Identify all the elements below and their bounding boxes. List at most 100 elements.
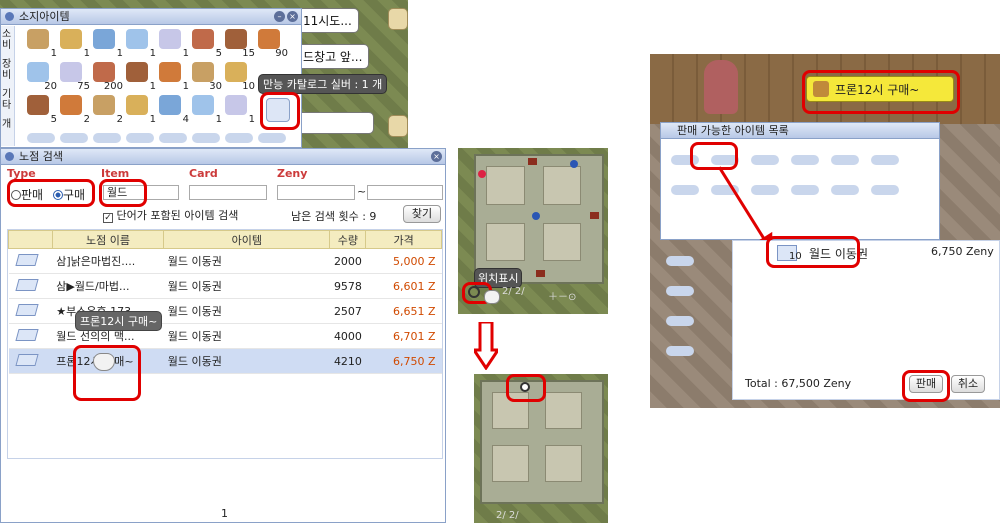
- item-count: 75: [77, 81, 90, 92]
- minimap-coords-2: 2/ 2/: [496, 510, 519, 521]
- partial-match-checkbox[interactable]: ✓ 단어가 포함된 아이템 검색: [103, 207, 238, 223]
- ticket-icon: [14, 253, 39, 266]
- hand-cursor-icon: [484, 290, 500, 304]
- empty-slot: [666, 346, 694, 356]
- page-number[interactable]: 1: [221, 507, 228, 520]
- inventory-slot[interactable]: 1: [126, 95, 160, 125]
- inventory-slot[interactable]: 1: [126, 29, 160, 59]
- item-count: 1: [83, 48, 90, 59]
- inventory-slot[interactable]: 4: [159, 95, 193, 125]
- qty-cell: 2507: [329, 298, 366, 324]
- table-row[interactable]: 월드 선의의 맥... 월드 이동권 4000 6,701 Z: [8, 323, 442, 349]
- inventory-slot[interactable]: 20: [27, 62, 61, 92]
- map-marker-icon: [520, 382, 530, 392]
- item-count: 1: [182, 81, 189, 92]
- empty-slot: [666, 286, 694, 296]
- minimap-top[interactable]: [474, 154, 604, 284]
- inventory-slot[interactable]: 200: [93, 62, 127, 92]
- magnifier-icon[interactable]: [468, 286, 480, 298]
- sellable-slot[interactable]: [671, 185, 699, 195]
- item-icon: [27, 29, 49, 49]
- chat-bubble-2[interactable]: 드창고 앞...: [296, 44, 370, 69]
- search-button[interactable]: 찾기: [403, 205, 441, 223]
- sellable-slot[interactable]: [751, 185, 779, 195]
- inventory-slot[interactable]: 1: [126, 62, 160, 92]
- row-icon: [8, 323, 53, 349]
- catalog-item-icon[interactable]: [266, 98, 290, 122]
- zeny-max-input[interactable]: [367, 185, 443, 200]
- tab-equipment[interactable]: 장비: [1, 56, 13, 86]
- inventory-slot[interactable]: 5: [192, 29, 226, 59]
- empty-slot[interactable]: [93, 133, 121, 143]
- sellable-slot[interactable]: [791, 185, 819, 195]
- chat-bubble-3[interactable]: [296, 112, 374, 134]
- inventory-slot[interactable]: 15: [225, 29, 259, 59]
- character-sprite[interactable]: [704, 60, 738, 114]
- empty-slot[interactable]: [159, 133, 187, 143]
- inventory-slot[interactable]: 2: [93, 95, 127, 125]
- sellable-slot[interactable]: [751, 155, 779, 165]
- sellable-slot[interactable]: [791, 155, 819, 165]
- results-table-wrapper: 노점 이름 아이템 수량 가격 삼]낡은마법진.... 월드 이동권 2000 5,0…: [7, 229, 443, 459]
- item-count: 90: [275, 48, 288, 59]
- inventory-slot[interactable]: 1: [60, 29, 94, 59]
- item-icon: [126, 95, 148, 115]
- tab-extra[interactable]: 개: [1, 116, 13, 136]
- sellable-slot[interactable]: [871, 155, 899, 165]
- inventory-slot[interactable]: 1: [159, 62, 193, 92]
- inventory-slot[interactable]: 30: [192, 62, 226, 92]
- empty-slot[interactable]: [225, 133, 253, 143]
- empty-slot[interactable]: [126, 133, 154, 143]
- item-count: 1: [50, 48, 57, 59]
- table-row[interactable]: ★부스유후 173월드 이동권25076,651 Z: [8, 298, 442, 324]
- col-shop-name[interactable]: 노점 이름: [51, 230, 165, 249]
- bag-icon[interactable]: [388, 8, 408, 30]
- col-qty[interactable]: 수량: [329, 230, 367, 249]
- table-row[interactable]: 삼▶월드/마법... 월드 이동권 9578 6,601 Z: [8, 273, 442, 299]
- inventory-slot[interactable]: 5: [27, 95, 61, 125]
- inventory-titlebar[interactable]: 소지아이템 – ×: [1, 9, 301, 25]
- inventory-slot[interactable]: 10: [225, 62, 259, 92]
- highlight-sellable-item: [690, 142, 738, 170]
- sellable-slot[interactable]: [831, 155, 859, 165]
- inventory-slot[interactable]: 1: [192, 95, 226, 125]
- tab-etc[interactable]: 기타: [1, 86, 13, 116]
- inventory-slot[interactable]: 2: [60, 95, 94, 125]
- item-icon: [93, 29, 115, 49]
- table-row[interactable]: 삼]낡은마법진.... 월드 이동권 2000 5,000 Z: [8, 248, 442, 274]
- chat-bubble-1[interactable]: 11시도...: [296, 8, 359, 33]
- col-price[interactable]: 가격: [365, 230, 442, 249]
- card-search-input[interactable]: [189, 185, 267, 200]
- inventory-slot[interactable]: 1: [159, 29, 193, 59]
- cancel-button[interactable]: 취소: [951, 375, 985, 393]
- bag-icon[interactable]: [388, 115, 408, 137]
- tab-consumable[interactable]: 소비: [1, 26, 13, 56]
- item-count: 30: [209, 81, 222, 92]
- sellable-titlebar[interactable]: 판매 가능한 아이템 목록: [661, 123, 939, 139]
- minimize-icon[interactable]: –: [274, 11, 285, 22]
- empty-slot[interactable]: [192, 133, 220, 143]
- close-icon[interactable]: ×: [287, 11, 298, 22]
- zoom-controls[interactable]: ＋－⊙: [548, 288, 576, 303]
- inventory-slot[interactable]: 1: [225, 95, 259, 125]
- sellable-slot[interactable]: [871, 185, 899, 195]
- inventory-slot[interactable]: 1: [27, 29, 61, 59]
- inventory-slot[interactable]: 1: [93, 29, 127, 59]
- inventory-slot[interactable]: 75: [60, 62, 94, 92]
- close-icon[interactable]: ×: [431, 151, 442, 162]
- empty-slot[interactable]: [27, 133, 55, 143]
- price-cell: 6,651 Z: [365, 298, 442, 324]
- row-icon: [8, 298, 53, 324]
- inventory-slot[interactable]: 90: [258, 29, 292, 59]
- ticket-icon: [14, 328, 39, 341]
- item-count: 20: [44, 81, 57, 92]
- empty-slot[interactable]: [60, 133, 88, 143]
- item-icon: [159, 29, 181, 49]
- map-block: [486, 222, 525, 262]
- zeny-min-input[interactable]: [277, 185, 355, 200]
- col-item[interactable]: 아이템: [163, 230, 331, 249]
- sellable-items-window: 판매 가능한 아이템 목록: [660, 122, 940, 240]
- vending-titlebar[interactable]: 노점 검색 ×: [1, 149, 445, 165]
- sellable-slot[interactable]: [831, 185, 859, 195]
- empty-slot[interactable]: [258, 133, 286, 143]
